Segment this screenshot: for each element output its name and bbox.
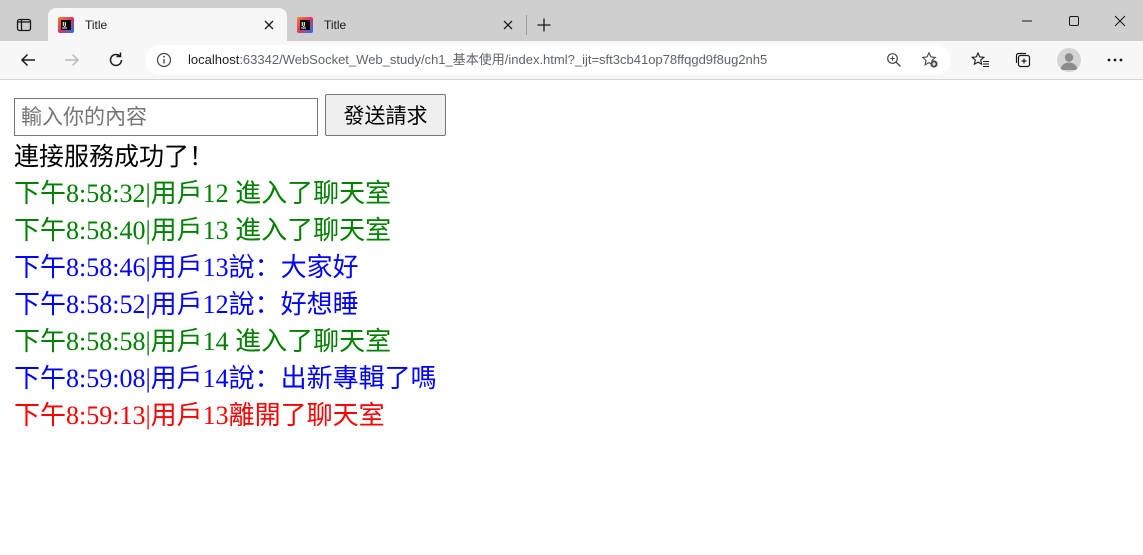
tab-actions-icon[interactable] [9, 12, 39, 38]
message-line: 下午8:58:58|用戶14 進入了聊天室 [14, 327, 392, 356]
message-line: 下午8:59:08|用戶14說：出新專輯了嗎 [14, 364, 437, 393]
tab-strip: IJ Title IJ Title [0, 0, 1143, 41]
forward-arrow-icon[interactable] [58, 47, 86, 73]
more-icon[interactable] [1101, 47, 1129, 73]
message-line: 下午8:58:40|用戶13 進入了聊天室 [14, 216, 392, 245]
plus-icon[interactable] [533, 14, 555, 36]
tab-inactive[interactable]: IJ Title [287, 8, 526, 41]
message-log: 連接服務成功了！ 下午8:58:32|用戶12 進入了聊天室 下午8:58:40… [14, 138, 437, 434]
zoom-icon[interactable] [884, 51, 904, 69]
svg-text:IJ: IJ [301, 22, 305, 28]
url-host: localhost [188, 52, 240, 67]
message-input[interactable] [14, 98, 318, 136]
browser-toolbar: localhost:63342/WebSocket_Web_study/ch1_… [0, 41, 1143, 80]
url-text[interactable]: localhost:63342/WebSocket_Web_study/ch1_… [188, 52, 767, 68]
svg-text:IJ: IJ [62, 22, 66, 28]
page-content: 發送請求 連接服務成功了！ 下午8:58:32|用戶12 進入了聊天室 下午8:… [0, 80, 1143, 555]
maximize-icon[interactable] [1059, 10, 1089, 32]
close-icon[interactable] [500, 17, 516, 33]
collections-icon[interactable] [1009, 47, 1037, 73]
tab-separator [526, 15, 527, 35]
minimize-icon[interactable] [1012, 10, 1042, 32]
favorites-icon[interactable] [966, 47, 994, 73]
jetbrains-icon: IJ [58, 16, 74, 33]
message-line: 下午8:58:46|用戶13說：大家好 [14, 253, 359, 282]
message-line: 下午8:58:32|用戶12 進入了聊天室 [14, 179, 392, 208]
info-icon[interactable] [156, 52, 172, 68]
send-button[interactable]: 發送請求 [325, 94, 446, 136]
refresh-icon[interactable] [102, 47, 130, 73]
connection-status: 連接服務成功了！ [14, 142, 215, 171]
tab-title: Title [85, 17, 108, 32]
close-icon[interactable] [261, 17, 277, 33]
message-line: 下午8:59:13|用戶13離開了聊天室 [14, 401, 385, 430]
message-line: 下午8:58:52|用戶12說：好想睡 [14, 290, 359, 319]
window-close-icon[interactable] [1105, 10, 1135, 32]
star-add-icon[interactable] [920, 51, 940, 69]
tab-title: Title [324, 17, 347, 32]
back-arrow-icon[interactable] [14, 47, 42, 73]
jetbrains-icon: IJ [297, 16, 313, 33]
address-bar[interactable]: localhost:63342/WebSocket_Web_study/ch1_… [145, 45, 951, 75]
tab-active[interactable]: IJ Title [48, 8, 287, 41]
url-path: :63342/WebSocket_Web_study/ch1_基本使用/inde… [239, 52, 768, 67]
avatar[interactable] [1057, 48, 1081, 72]
